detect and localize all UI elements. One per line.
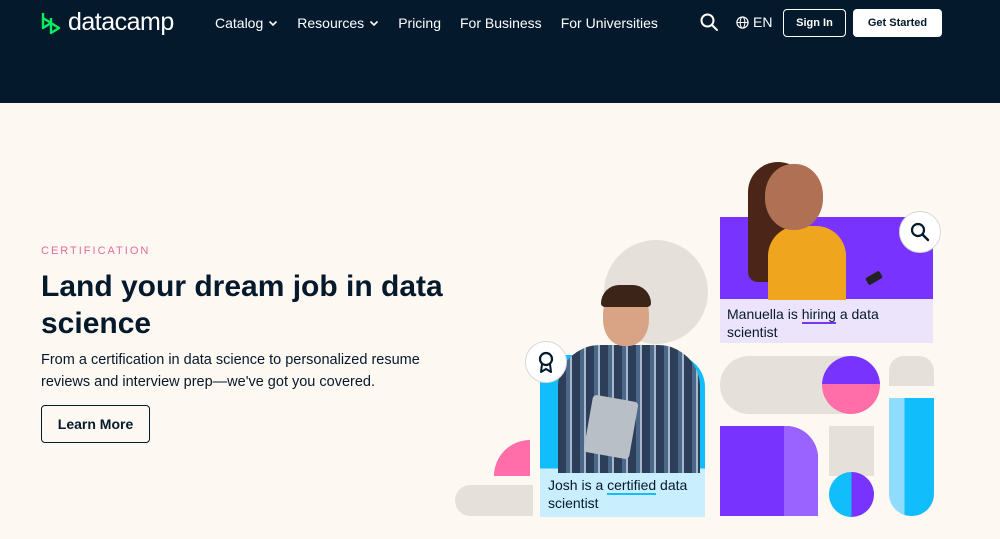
josh-hair <box>601 285 651 307</box>
chevron-down-icon <box>269 20 278 27</box>
nav-for-business[interactable]: For Business <box>460 14 542 32</box>
magnifier-badge <box>899 211 941 253</box>
nav-for-universities[interactable]: For Universities <box>561 14 658 32</box>
chevron-down-icon <box>370 20 379 27</box>
decor-purple-block-light <box>784 426 818 516</box>
manuella-photo <box>765 164 823 230</box>
decor-gray-pill <box>455 485 533 516</box>
language-selector[interactable]: EN <box>736 14 772 30</box>
manuella-caption-highlight: hiring <box>801 306 836 324</box>
site-header: datacamp Catalog Resources Pricing For B… <box>0 0 1000 103</box>
nav-pricing[interactable]: Pricing <box>398 14 441 32</box>
nav-resources[interactable]: Resources <box>297 14 379 32</box>
hero-headline: Land your dream job in data science <box>41 270 443 340</box>
nav-catalog[interactable]: Catalog <box>215 14 278 32</box>
decor-gray-column <box>829 426 874 476</box>
sign-in-button[interactable]: Sign In <box>783 9 846 37</box>
decor-pink-quarter <box>494 440 530 476</box>
datacamp-logo[interactable]: datacamp <box>40 8 174 37</box>
globe-icon <box>736 15 749 29</box>
logo-wordmark: datacamp <box>68 8 174 36</box>
manuella-sweater <box>768 226 846 300</box>
nav-catalog-label: Catalog <box>215 15 264 31</box>
get-started-button[interactable]: Get Started <box>853 9 942 37</box>
hero-eyebrow: CERTIFICATION <box>41 245 151 257</box>
search-icon[interactable] <box>699 12 719 32</box>
josh-caption-text-1: Josh is a <box>548 477 608 493</box>
award-ribbon-icon <box>538 351 554 373</box>
josh-caption-highlight: certified <box>607 477 657 495</box>
decor-gray-block <box>889 356 934 386</box>
datacamp-logo-icon <box>41 12 61 34</box>
decor-purple-pink-circle <box>822 356 880 414</box>
nav-for-universities-label: For Universities <box>560 15 658 31</box>
main-nav: Catalog Resources Pricing For Business F… <box>215 14 677 32</box>
manuella-caption: Manuella is hiring a data scientist <box>727 305 927 341</box>
learn-more-button[interactable]: Learn More <box>41 405 150 443</box>
language-label: EN <box>753 14 773 30</box>
manuella-caption-text-1: Manuella is <box>727 306 802 322</box>
nav-for-business-label: For Business <box>459 15 542 31</box>
decor-blue-bar <box>889 398 934 516</box>
nav-resources-label: Resources <box>297 15 365 31</box>
award-badge <box>525 341 567 383</box>
magnifier-icon <box>910 222 930 242</box>
hero-description: From a certification in data science to … <box>41 352 420 390</box>
josh-caption: Josh is a certified data scientist <box>548 476 698 512</box>
nav-pricing-label: Pricing <box>398 15 441 31</box>
decor-blue-purple-circle <box>829 472 874 517</box>
